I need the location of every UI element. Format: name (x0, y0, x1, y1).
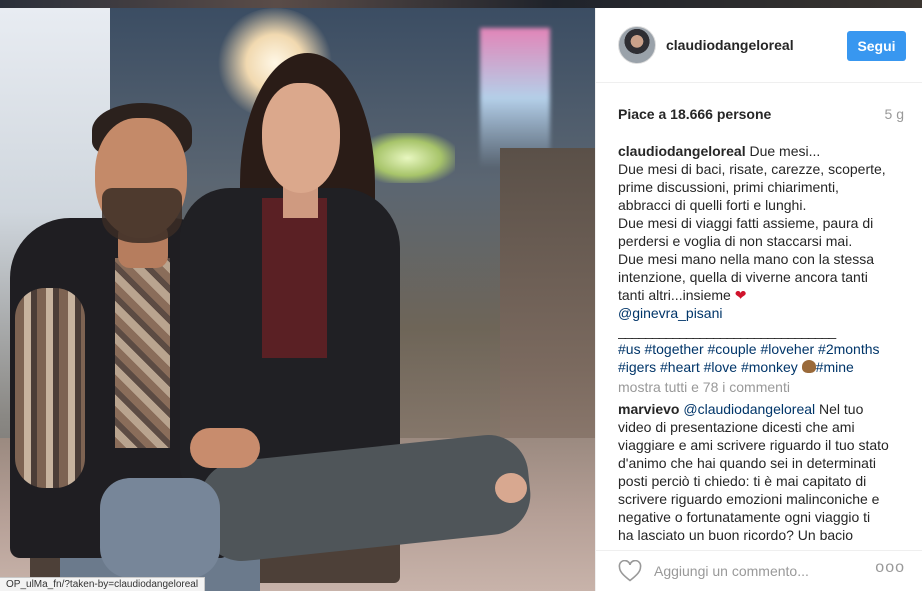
more-options-icon[interactable]: ooo (875, 559, 905, 577)
avatar[interactable] (618, 26, 656, 64)
caption-first-line: claudiodangeloreal Due mesi... (618, 142, 910, 160)
monkey-emoji-icon (801, 360, 816, 373)
caption-hashtags[interactable]: #us #together #couple #loveher #2months (618, 340, 910, 358)
add-comment-input[interactable] (654, 558, 874, 584)
comment-first-line: marvievo @claudiodangeloreal Nel tuo (618, 400, 910, 418)
post-footer: ooo (596, 550, 922, 591)
photo-woman-top (262, 198, 327, 358)
caption-text-first: Due mesi... (749, 143, 821, 159)
caption-hashtag-mine[interactable]: #mine (816, 359, 854, 375)
photo-bg-neon-sign (480, 28, 550, 168)
heart-like-icon[interactable] (618, 560, 642, 582)
comment-line: d'animo che hai quando sei in determinat… (618, 455, 876, 471)
caption-line: Due mesi di baci, risate, carezze, scope… (618, 161, 886, 177)
caption-text-last: tanti altri...insieme (618, 287, 731, 303)
caption-divider: ________________________________ (618, 323, 836, 339)
caption-line: perdersi e voglia di non staccarsi mai. (618, 233, 853, 249)
heart-emoji-icon: ❤ (734, 287, 747, 303)
caption-last-line: tanti altri...insieme ❤ (618, 286, 910, 304)
comment-line: viaggiare e ami scrivere riguardo il tuo… (618, 437, 889, 453)
photo-man-arm (15, 288, 85, 488)
comment-author[interactable]: marvievo (618, 401, 679, 417)
status-bar-url: OP_ulMa_fn/?taken-by=claudiodangeloreal (0, 577, 206, 591)
photo-woman-knee (495, 473, 527, 503)
caption-line: intenzione, quella di viverne ancora tan… (618, 269, 868, 285)
caption-line: Due mesi mano nella mano con la stessa (618, 251, 875, 267)
post-side-panel: claudiodangeloreal Segui Piace a 18.666 … (595, 8, 922, 591)
comment-line: scrivere riguardo emozioni malinconiche … (618, 491, 880, 507)
photo-man-shirt (115, 258, 170, 448)
caption-mention[interactable]: @ginevra_pisani (618, 304, 910, 322)
photo-woman-hand (190, 428, 260, 468)
comment-line: video di presentazione dicesti che ami (618, 419, 855, 435)
comment-text-first: Nel tuo (815, 401, 864, 417)
photo-man-beard (102, 188, 182, 243)
likes-count[interactable]: Piace a 18.666 persone (618, 106, 771, 122)
follow-button[interactable]: Segui (847, 31, 906, 61)
post-photo[interactable]: OP_ulMa_fn/?taken-by=claudiodangeloreal (0, 8, 595, 591)
comment-line: negative o fortunatamente ogni viaggio t… (618, 509, 871, 525)
caption-line: abbracci di quelli forti e lunghi. (618, 197, 807, 213)
post-username[interactable]: claudiodangeloreal (666, 37, 794, 53)
caption-hashtags-2: #igers #heart #love #monkey #mine (618, 358, 910, 376)
photo-man-knee (100, 478, 220, 578)
caption-author[interactable]: claudiodangeloreal (618, 143, 746, 159)
caption-line: prime discussioni, primi chiarimenti, (618, 179, 839, 195)
top-strip (0, 0, 922, 8)
caption-line: Due mesi di viaggi fatti assieme, paura … (618, 215, 874, 231)
show-all-comments-link[interactable]: mostra tutti e 78 i commenti (618, 378, 910, 396)
comments-list[interactable]: claudiodangeloreal Due mesi... Due mesi … (618, 142, 910, 542)
post-age[interactable]: 5 g (885, 106, 904, 122)
caption-hashtags-link[interactable]: #igers #heart #love #monkey (618, 359, 798, 375)
comment-mention[interactable]: @claudiodangeloreal (683, 401, 815, 417)
photo-woman-face (262, 83, 340, 193)
comment-line: posti perciò ti chiedo: ti è mai capitat… (618, 473, 867, 489)
comment-line: ha lasciato un buon ricordo? Un bacio (618, 527, 854, 542)
post-header: claudiodangeloreal Segui (596, 8, 922, 83)
